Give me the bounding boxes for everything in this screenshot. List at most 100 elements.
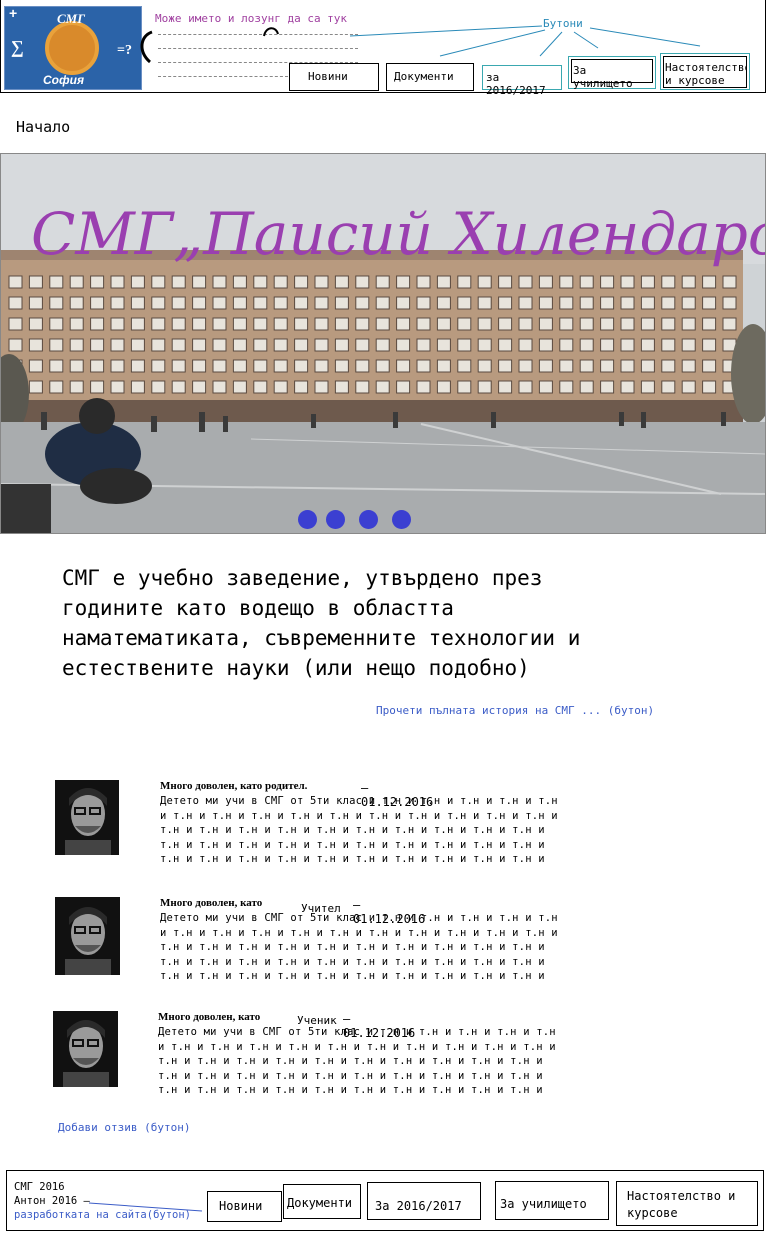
building-window: [416, 380, 431, 394]
building-window: [457, 338, 472, 352]
building-window: [192, 275, 207, 289]
building-window: [640, 296, 655, 310]
logo-emblem-icon: [45, 21, 99, 75]
building-window: [192, 338, 207, 352]
scribble-mark: [140, 30, 153, 64]
building-window: [253, 275, 268, 289]
building-window: [171, 359, 186, 373]
carousel-dot-2[interactable]: [326, 510, 345, 529]
read-history-button[interactable]: Прочети пълната история на СМГ ... (буто…: [376, 704, 654, 717]
building-window: [212, 338, 227, 352]
building-window: [69, 359, 84, 373]
add-review-button[interactable]: Добави отзив (бутон): [58, 1121, 190, 1134]
building-window: [273, 275, 288, 289]
building-window: [477, 317, 492, 331]
building-window: [579, 317, 594, 331]
review-body: Детето ми учи в СМГ от 5ти клас и т.н и …: [160, 795, 558, 865]
building-window: [273, 338, 288, 352]
review-title: Много доволен, като: [160, 897, 263, 909]
building-window: [681, 380, 696, 394]
building-window: [579, 359, 594, 373]
building-window: [49, 296, 64, 310]
building-window: [375, 359, 390, 373]
nav-year-button[interactable]: за 2016/2017: [482, 65, 562, 97]
building-window: [640, 317, 655, 331]
building-window: [314, 338, 329, 352]
nav-board-inner: Настоятелство и курсове: [663, 56, 747, 88]
nav-news-label: Новини: [308, 70, 348, 83]
building-window: [436, 275, 451, 289]
building-window: [477, 359, 492, 373]
building-window: [151, 380, 166, 394]
footer-board-label: Настоятелство и курсове: [627, 1189, 736, 1220]
building-window: [49, 317, 64, 331]
hero-carousel[interactable]: СМГ„Паисий Хилендарски“: [0, 153, 766, 534]
building-window: [28, 338, 43, 352]
building-window: [334, 296, 349, 310]
building-window: [314, 296, 329, 310]
building-window: [477, 338, 492, 352]
building-window: [232, 338, 247, 352]
building-window: [171, 380, 186, 394]
footer-about-button[interactable]: За училището: [495, 1181, 609, 1220]
building-window: [436, 338, 451, 352]
building-window: [640, 275, 655, 289]
building-window: [396, 275, 411, 289]
building-window: [457, 296, 472, 310]
carousel-dot-3[interactable]: [359, 510, 378, 529]
building-window: [518, 296, 533, 310]
footer-year-button[interactable]: За 2016/2017: [367, 1182, 481, 1220]
footer-documents-button[interactable]: Документи: [283, 1184, 361, 1219]
avatar: [55, 780, 119, 855]
nav-documents-button[interactable]: Документи: [386, 63, 474, 91]
building-window: [28, 317, 43, 331]
nav-news-button[interactable]: Новини: [289, 63, 379, 91]
logo-equals-symbol: =?: [117, 43, 132, 58]
building-window: [518, 275, 533, 289]
school-logo[interactable]: + СМГ ∑ =? София: [4, 6, 142, 90]
building-window: [640, 380, 655, 394]
building-window: [294, 275, 309, 289]
building-window: [110, 296, 125, 310]
building-window: [192, 380, 207, 394]
nav-board-button[interactable]: Настоятелство и курсове: [660, 53, 750, 90]
footer-news-button[interactable]: Новини: [207, 1191, 282, 1222]
carousel-dot-1[interactable]: [298, 510, 317, 529]
building-window: [661, 380, 676, 394]
building-window: [90, 296, 105, 310]
building-window: [559, 275, 574, 289]
building-window: [661, 296, 676, 310]
building-window: [314, 380, 329, 394]
building-window: [579, 296, 594, 310]
carousel-dot-4[interactable]: [392, 510, 411, 529]
building-window: [110, 338, 125, 352]
building-window: [334, 317, 349, 331]
building-window: [49, 275, 64, 289]
building-window: [640, 338, 655, 352]
building-window: [477, 296, 492, 310]
building-window: [212, 359, 227, 373]
annotation-pointer-line: [88, 1202, 203, 1212]
footer-board-button[interactable]: Настоятелство и курсове: [616, 1181, 758, 1226]
breadcrumb[interactable]: Начало: [16, 118, 70, 136]
nav-about-button[interactable]: За училището: [568, 56, 656, 90]
building-window: [498, 317, 513, 331]
footer-copyright-2: Антон 2016 –: [14, 1195, 90, 1207]
building-window: [232, 296, 247, 310]
building-window: [600, 359, 615, 373]
building-window: [69, 275, 84, 289]
footer-copyright-1: СМГ 2016: [14, 1181, 65, 1193]
building-window: [375, 317, 390, 331]
building-window: [702, 380, 717, 394]
building-window: [314, 317, 329, 331]
building-window: [49, 359, 64, 373]
building-window: [130, 338, 145, 352]
building-window: [640, 359, 655, 373]
building-window: [702, 359, 717, 373]
building-window: [600, 338, 615, 352]
building-window: [294, 338, 309, 352]
building-window: [355, 275, 370, 289]
building-window: [457, 317, 472, 331]
building-window: [212, 380, 227, 394]
building-window: [110, 275, 125, 289]
